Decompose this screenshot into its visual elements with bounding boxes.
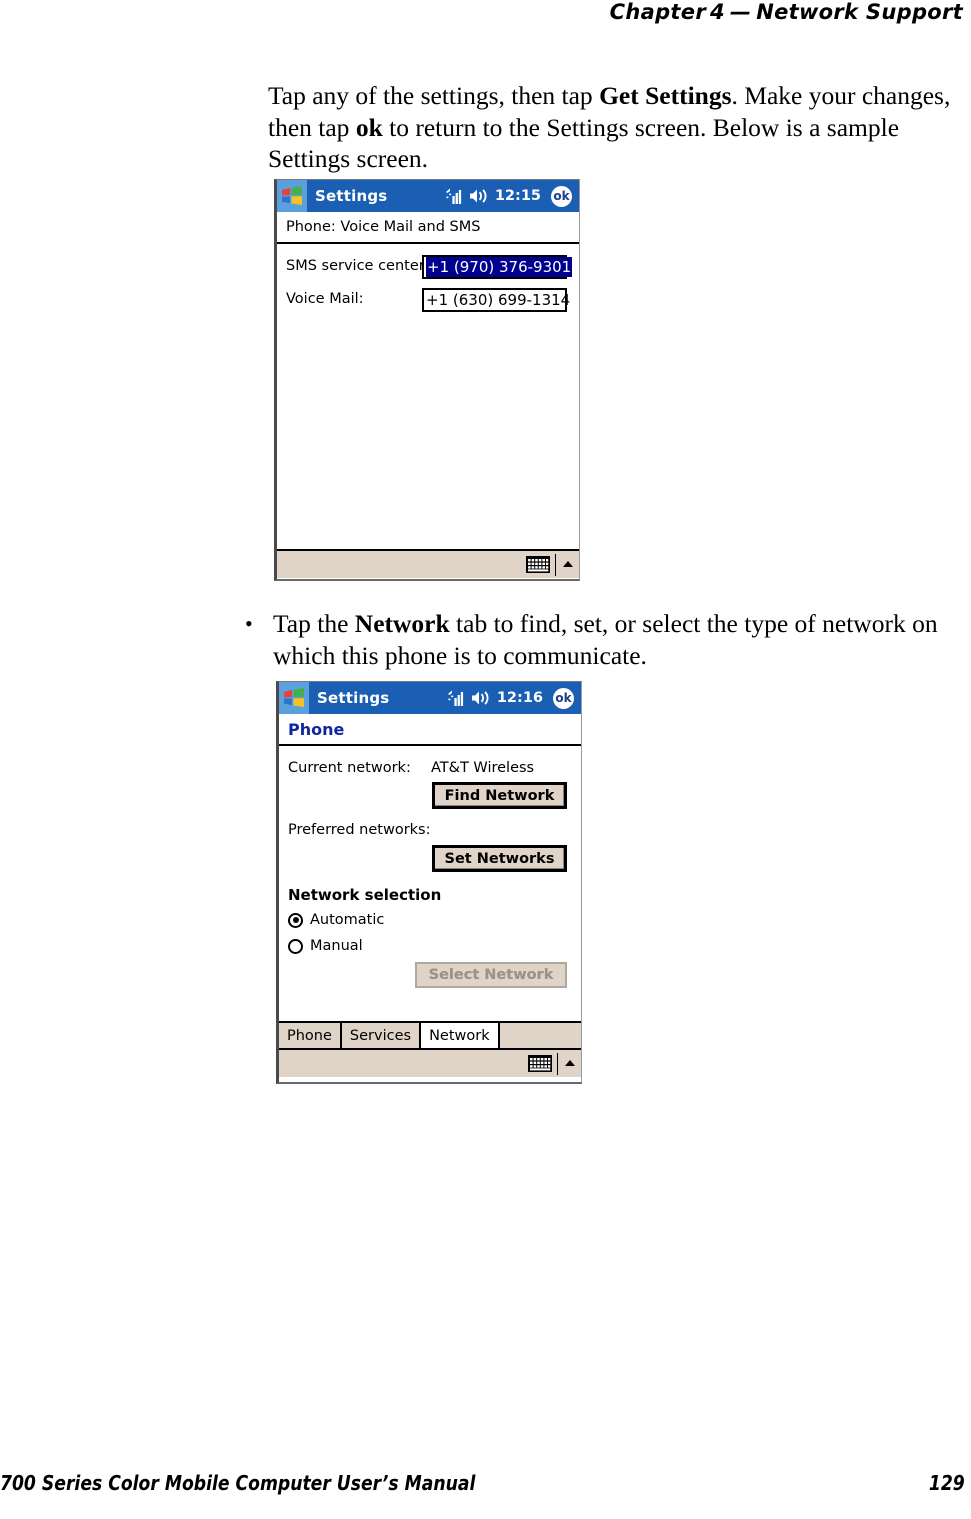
windows-flag-icon bbox=[279, 682, 309, 714]
tab-network[interactable]: Network bbox=[421, 1023, 500, 1048]
current-network-label: Current network: bbox=[288, 760, 411, 776]
network-window-title: Settings bbox=[317, 689, 390, 707]
page-footer: 700 Series Color Mobile Computer User’s … bbox=[0, 1471, 971, 1501]
running-head-title: Network Support bbox=[756, 0, 963, 24]
set-networks-button[interactable]: Set Networks bbox=[432, 845, 567, 872]
network-selection-label: Network selection bbox=[288, 886, 442, 904]
running-head-dash: — bbox=[729, 0, 752, 24]
network-subheader: Phone bbox=[279, 714, 581, 746]
bullet-text-part1: Tap the bbox=[273, 609, 355, 638]
keyboard-icon[interactable] bbox=[528, 1055, 552, 1072]
voice-mail-label: Voice Mail: bbox=[286, 291, 364, 307]
radio-automatic-indicator[interactable] bbox=[288, 912, 303, 928]
caret-up-icon[interactable] bbox=[563, 1058, 577, 1069]
current-network-value: AT&T Wireless bbox=[431, 760, 535, 776]
network-clock: 12:16 bbox=[496, 690, 543, 706]
tab-phone[interactable]: Phone bbox=[279, 1023, 342, 1048]
sip-divider bbox=[555, 553, 556, 576]
voicemail-content-area: SMS service center: +1 (970) 376-9301 Vo… bbox=[277, 244, 579, 549]
network-content-area: Current network: AT&T Wireless Find Netw… bbox=[279, 746, 581, 1021]
radio-manual-label: Manual bbox=[310, 938, 363, 954]
voicemail-clock: 12:15 bbox=[494, 188, 541, 204]
sip-divider bbox=[557, 1052, 558, 1075]
radio-automatic[interactable]: Automatic bbox=[288, 912, 384, 928]
voicemail-ok-button[interactable]: ok bbox=[551, 185, 572, 207]
preferred-networks-label: Preferred networks: bbox=[288, 822, 431, 838]
voicemail-status-tray: 12:15 ok bbox=[445, 185, 579, 207]
voicemail-window-title: Settings bbox=[315, 187, 388, 205]
select-network-button[interactable]: Select Network bbox=[415, 962, 567, 988]
radio-manual[interactable]: Manual bbox=[288, 938, 363, 954]
voicemail-titlebar: Settings 12:15 ok bbox=[277, 180, 579, 212]
tab-strip-filler bbox=[499, 1023, 581, 1048]
radio-automatic-label: Automatic bbox=[310, 912, 385, 928]
screenshot-voice-mail-sms: Settings 12:15 ok Phone: Voice Mail and … bbox=[274, 179, 580, 581]
screenshot-phone-network: Settings 12:16 ok Phone Current network:… bbox=[276, 681, 582, 1084]
footer-page-number: 129 bbox=[929, 1471, 965, 1495]
sms-service-center-value: +1 (970) 376-9301 bbox=[426, 257, 573, 277]
keyboard-icon[interactable] bbox=[526, 556, 550, 573]
signal-strength-icon[interactable] bbox=[445, 188, 462, 204]
windows-flag-icon bbox=[277, 180, 307, 212]
intro-text-part1: Tap any of the settings, then tap bbox=[268, 81, 600, 110]
sms-service-center-label: SMS service center: bbox=[286, 258, 430, 274]
voice-mail-input[interactable]: +1 (630) 699-1314 bbox=[422, 288, 571, 312]
tab-services[interactable]: Services bbox=[341, 1023, 422, 1048]
speaker-volume-icon[interactable] bbox=[471, 690, 490, 706]
network-tab-bullet: • Tap the Network tab to find, set, or s… bbox=[245, 608, 971, 671]
network-sip-bar bbox=[279, 1048, 581, 1077]
voice-mail-value: +1 (630) 699-1314 bbox=[426, 291, 571, 309]
bullet-marker: • bbox=[245, 611, 253, 636]
network-status-tray: 12:16 ok bbox=[447, 687, 581, 709]
voice-mail-row: Voice Mail: bbox=[286, 291, 364, 307]
caret-up-icon[interactable] bbox=[561, 559, 575, 570]
page-running-head: Chapter 4— Network Support bbox=[0, 0, 971, 34]
running-head-chapter-number: 4 bbox=[709, 0, 725, 24]
sms-service-center-row: SMS service center: bbox=[286, 258, 429, 274]
bullet-bold-network: Network bbox=[354, 609, 450, 638]
network-ok-button[interactable]: ok bbox=[553, 687, 574, 709]
bullet-text: Tap the Network tab to find, set, or sel… bbox=[273, 608, 971, 671]
intro-bold-ok: ok bbox=[355, 112, 383, 142]
running-head-chapter-label: Chapter bbox=[609, 0, 706, 24]
sms-service-center-input[interactable]: +1 (970) 376-9301 bbox=[422, 255, 573, 279]
find-network-button[interactable]: Find Network bbox=[432, 782, 567, 809]
intro-bold-get-settings: Get Settings bbox=[599, 81, 732, 110]
radio-manual-indicator[interactable] bbox=[288, 938, 303, 954]
intro-paragraph: Tap any of the settings, then tap Get Se… bbox=[268, 80, 971, 175]
network-titlebar: Settings 12:16 ok bbox=[279, 682, 581, 714]
footer-manual-title: 700 Series Color Mobile Computer User’s … bbox=[0, 1471, 476, 1495]
voicemail-subheader: Phone: Voice Mail and SMS bbox=[277, 212, 579, 244]
voicemail-sip-bar bbox=[277, 549, 579, 578]
network-tab-strip: Phone Services Network bbox=[279, 1021, 581, 1048]
signal-strength-icon[interactable] bbox=[447, 690, 464, 706]
speaker-volume-icon[interactable] bbox=[469, 188, 488, 204]
